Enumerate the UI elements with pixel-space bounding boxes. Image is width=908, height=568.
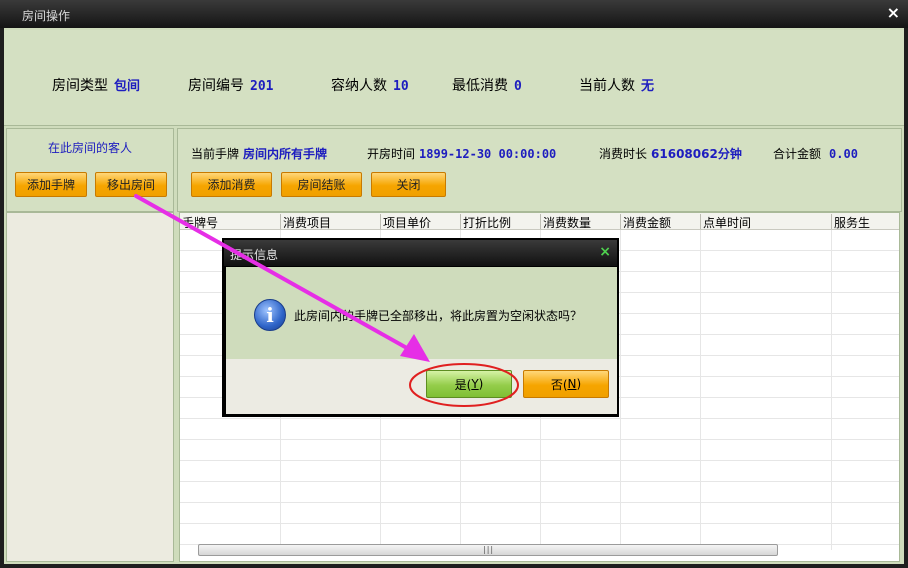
session-panel: 当前手牌 房间内所有手牌 开房时间 1899-12-30 00:00:00 消费时长… xyxy=(177,128,902,212)
yes-button-hotkey: Y xyxy=(471,377,479,391)
total-amount-value: 0.00 xyxy=(829,147,858,161)
room-capacity: 容纳人数 10 xyxy=(331,75,409,95)
window-close-button[interactable]: × xyxy=(887,3,900,22)
add-card-button[interactable]: 添加手牌 xyxy=(15,172,87,197)
room-number-value: 201 xyxy=(250,79,274,94)
remove-from-room-button[interactable]: 移出房间 xyxy=(95,172,167,197)
no-button-hotkey: N xyxy=(567,377,577,391)
total-amount-label: 合计金额 xyxy=(773,147,822,161)
current-card: 当前手牌 房间内所有手牌 xyxy=(191,145,327,162)
close-button[interactable]: 关闭 xyxy=(371,172,446,197)
dialog-message: 此房间内的手牌已全部移出，将此房置为空闲状态吗？ xyxy=(294,309,583,323)
yes-button-label: 是( xyxy=(454,377,472,392)
no-button-label: 否( xyxy=(550,377,568,392)
room-number: 房间编号 201 xyxy=(188,75,273,95)
room-number-label: 房间编号 xyxy=(188,78,244,94)
column-divider xyxy=(620,230,621,550)
room-capacity-label: 容纳人数 xyxy=(331,78,387,94)
column-header[interactable]: 消费金额 xyxy=(620,214,671,230)
horizontal-scrollbar[interactable]: ||| xyxy=(198,544,778,556)
column-header[interactable]: 项目单价 xyxy=(380,214,431,230)
column-header[interactable]: 打折比例 xyxy=(460,214,511,230)
dialog-title: 提示信息 xyxy=(230,248,279,262)
current-card-label: 当前手牌 xyxy=(191,147,240,161)
window-titlebar: 房间操作 × xyxy=(0,0,908,28)
min-spend-value: 0 xyxy=(514,79,522,94)
table-header: 手牌号 消费项目 项目单价 打折比例 消费数量 消费金额 点单时间 服务生 xyxy=(180,213,899,230)
no-button-suffix: ) xyxy=(576,377,582,391)
yes-button-suffix: ) xyxy=(478,377,484,391)
open-time-value: 1899-12-30 00:00:00 xyxy=(419,147,557,161)
open-time-label: 开房时间 xyxy=(367,147,416,161)
room-type: 房间类型 包间 xyxy=(52,75,140,95)
column-header[interactable]: 消费数量 xyxy=(540,214,591,230)
current-people: 当前人数无 xyxy=(579,75,654,95)
column-header[interactable]: 手牌号 xyxy=(180,214,218,230)
scrollbar-grip-icon: ||| xyxy=(483,545,495,554)
min-spend: 最低消费 0 xyxy=(452,75,522,95)
dialog-close-button[interactable]: × xyxy=(599,244,611,260)
column-divider xyxy=(700,230,701,550)
guest-panel: 在此房间的客人 添加手牌 移出房间 xyxy=(6,128,174,212)
current-people-value: 无 xyxy=(641,79,655,94)
add-consumption-button[interactable]: 添加消费 xyxy=(191,172,272,197)
current-card-value: 房间内所有手牌 xyxy=(243,147,328,161)
column-header[interactable]: 服务生 xyxy=(831,214,870,230)
window-title: 房间操作 xyxy=(22,9,71,23)
room-checkout-button[interactable]: 房间结账 xyxy=(281,172,362,197)
dialog-titlebar: 提示信息 × xyxy=(224,240,617,266)
room-type-value: 包间 xyxy=(114,79,141,94)
guest-list[interactable] xyxy=(6,212,174,562)
no-button[interactable]: 否(N) xyxy=(523,370,609,398)
room-capacity-value: 10 xyxy=(393,79,409,94)
yes-button[interactable]: 是(Y) xyxy=(426,370,512,398)
total-amount: 合计金额 0.00 xyxy=(773,145,858,162)
duration: 消费时长 61608062分钟 xyxy=(599,145,742,162)
open-time: 开房时间 1899-12-30 00:00:00 xyxy=(367,145,556,162)
room-type-label: 房间类型 xyxy=(52,78,108,94)
dialog-body: i 此房间内的手牌已全部移出，将此房置为空闲状态吗？ xyxy=(226,267,617,359)
column-header[interactable]: 点单时间 xyxy=(700,214,751,230)
info-icon: i xyxy=(254,299,286,331)
column-header[interactable]: 消费项目 xyxy=(280,214,331,230)
duration-value: 61608062分钟 xyxy=(651,147,742,161)
room-info-panel: 房间类型 包间 房间编号 201 容纳人数 10 最低消费 0 当前人数无 xyxy=(4,30,904,126)
current-people-label: 当前人数 xyxy=(579,78,635,94)
column-divider xyxy=(831,230,832,550)
duration-label: 消费时长 xyxy=(599,147,648,161)
min-spend-label: 最低消费 xyxy=(452,78,508,94)
dialog-footer: 是(Y) 否(N) xyxy=(226,359,617,414)
guest-panel-heading: 在此房间的客人 xyxy=(47,141,132,155)
confirm-dialog: 提示信息 × i 此房间内的手牌已全部移出，将此房置为空闲状态吗？ 是(Y) 否… xyxy=(222,238,619,417)
